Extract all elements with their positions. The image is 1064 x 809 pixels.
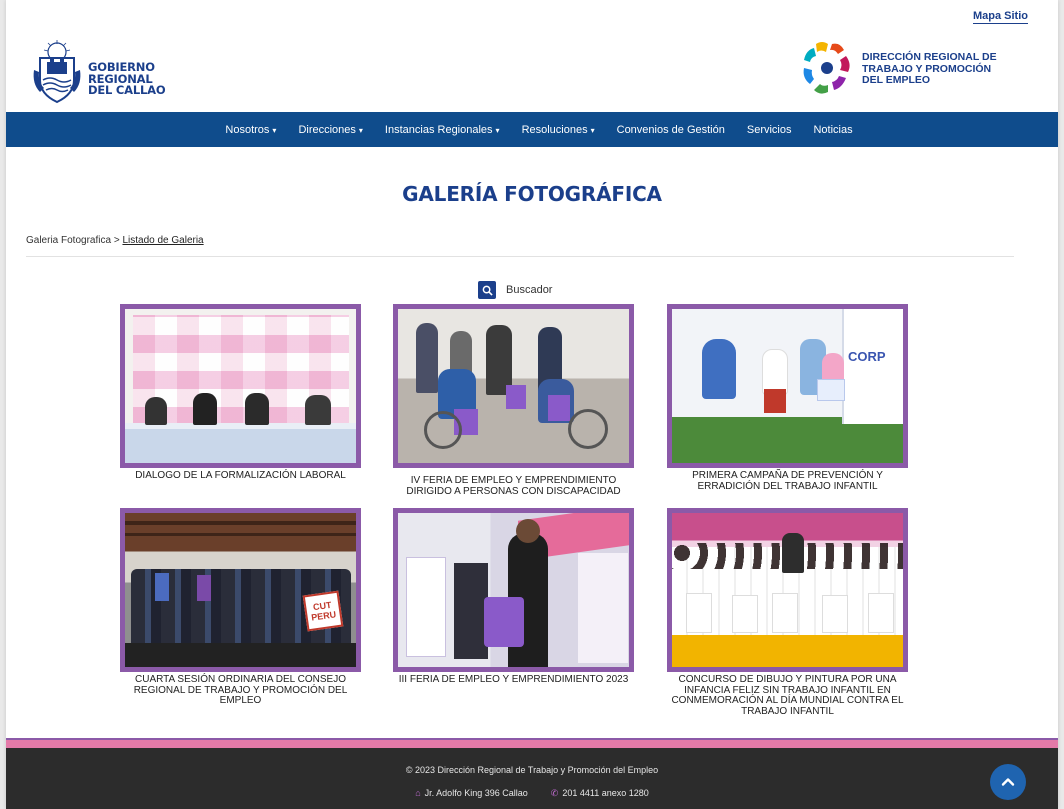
- chevron-up-icon: [1001, 778, 1015, 786]
- gallery-caption[interactable]: CUARTA SESIÓN ORDINARIA DEL CONSEJO REGI…: [120, 674, 361, 707]
- page-title: GALERÍA FOTOGRÁFICA: [402, 182, 662, 206]
- gallery-photo-frame[interactable]: CUT PERU: [120, 508, 361, 672]
- gallery-photo-frame[interactable]: [393, 508, 634, 672]
- caret-down-icon: ▾: [495, 125, 500, 135]
- footer-accent-stripe: [6, 740, 1058, 748]
- gallery-card[interactable]: III FERIA DE EMPLEO Y EMPRENDIMIENTO 202…: [393, 508, 634, 686]
- gallery-card[interactable]: DIALOGO DE LA FORMALIZACIÓN LABORAL: [120, 304, 361, 482]
- search-label: Buscador: [506, 284, 553, 296]
- phone-icon: ✆: [550, 788, 559, 798]
- nav-item-nosotros[interactable]: Nosotros ▾: [225, 124, 276, 136]
- phone[interactable]: 201 4411 anexo 1280: [562, 788, 648, 798]
- page: Mapa Sitio GOBIERNO REGIONAL DEL CALLAO …: [6, 0, 1058, 809]
- gallery-photo: [672, 513, 903, 667]
- gallery-card[interactable]: IV FERIA DE EMPLEO Y EMPRENDIMIENTO DIRI…: [393, 304, 634, 497]
- contact-info: ⌂ Jr. Adolfo King 396 Callao ✆ 201 4411 an…: [6, 788, 1058, 799]
- gallery-photo: CORP: [672, 309, 903, 463]
- direccion-regional-name: DIRECCIÓN REGIONAL DE TRABAJO Y PROMOCIÓ…: [862, 51, 997, 86]
- nav-item-instancias-regionales[interactable]: Instancias Regionales ▾: [385, 124, 500, 136]
- breadcrumb-current[interactable]: Listado de Galeria: [122, 235, 203, 246]
- caret-down-icon: ▾: [272, 125, 277, 135]
- gallery-caption[interactable]: IV FERIA DE EMPLEO Y EMPRENDIMIENTO DIRI…: [393, 475, 634, 497]
- nav-item-resoluciones[interactable]: Resoluciones ▾: [522, 124, 595, 136]
- gallery-photo-frame[interactable]: CORP: [667, 304, 908, 468]
- gobierno-regional-logo[interactable]: [32, 40, 82, 104]
- gallery-card[interactable]: CORP PRIMERA CAMPAÑA DE PREVENCIÓN Y ERR…: [667, 304, 908, 492]
- home-icon: ⌂: [415, 788, 421, 798]
- nav-item-servicios[interactable]: Servicios: [747, 124, 792, 136]
- gallery-photo: CUT PERU: [125, 513, 356, 667]
- breadcrumb-root[interactable]: Galeria Fotografica: [26, 235, 111, 246]
- gallery-photo: [398, 309, 629, 463]
- caret-down-icon: ▾: [358, 125, 363, 135]
- gallery-photo-frame[interactable]: [667, 508, 908, 672]
- gallery-photo-frame[interactable]: [120, 304, 361, 468]
- gallery-photo: [125, 309, 356, 463]
- caret-down-icon: ▾: [590, 125, 595, 135]
- search-button[interactable]: Buscador: [478, 281, 552, 299]
- back-to-top-button[interactable]: [990, 764, 1026, 800]
- gallery-card[interactable]: CONCURSO DE DIBUJO Y PINTURA POR UNA INF…: [667, 508, 908, 717]
- gallery-photo: [398, 513, 629, 667]
- divider: [26, 256, 1014, 257]
- nav-item-convenios[interactable]: Convenios de Gestión: [617, 124, 725, 136]
- address: Jr. Adolfo King 396 Callao: [424, 788, 528, 798]
- search-icon: [478, 281, 496, 299]
- breadcrumb-separator: >: [113, 235, 120, 246]
- footer: © 2023 Dirección Regional de Trabajo y P…: [6, 748, 1058, 809]
- copyright: © 2023 Dirección Regional de Trabajo y P…: [405, 765, 659, 775]
- main-nav: Nosotros ▾ Direcciones ▾ Instancias Region…: [6, 112, 1058, 147]
- breadcrumb: Galeria Fotografica > Listado de Galeria: [26, 235, 204, 246]
- nav-item-noticias[interactable]: Noticias: [813, 124, 852, 136]
- gallery-caption[interactable]: DIALOGO DE LA FORMALIZACIÓN LABORAL: [120, 470, 361, 482]
- gallery-card[interactable]: CUT PERU CUARTA SESIÓN ORDINARIA DEL CONS…: [120, 508, 361, 707]
- gallery-caption[interactable]: CONCURSO DE DIBUJO Y PINTURA POR UNA INF…: [667, 674, 908, 717]
- gallery-caption[interactable]: PRIMERA CAMPAÑA DE PREVENCIÓN Y ERRADICI…: [667, 470, 908, 492]
- direccion-regional-logo[interactable]: [802, 40, 852, 96]
- site-map-link[interactable]: Mapa Sitio: [972, 10, 1028, 24]
- nav-item-direcciones[interactable]: Direcciones ▾: [298, 124, 362, 136]
- gallery-photo-frame[interactable]: [393, 304, 634, 468]
- gobierno-regional-name: GOBIERNO REGIONAL DEL CALLAO: [88, 60, 166, 97]
- gallery-caption[interactable]: III FERIA DE EMPLEO Y EMPRENDIMIENTO 202…: [393, 674, 634, 686]
